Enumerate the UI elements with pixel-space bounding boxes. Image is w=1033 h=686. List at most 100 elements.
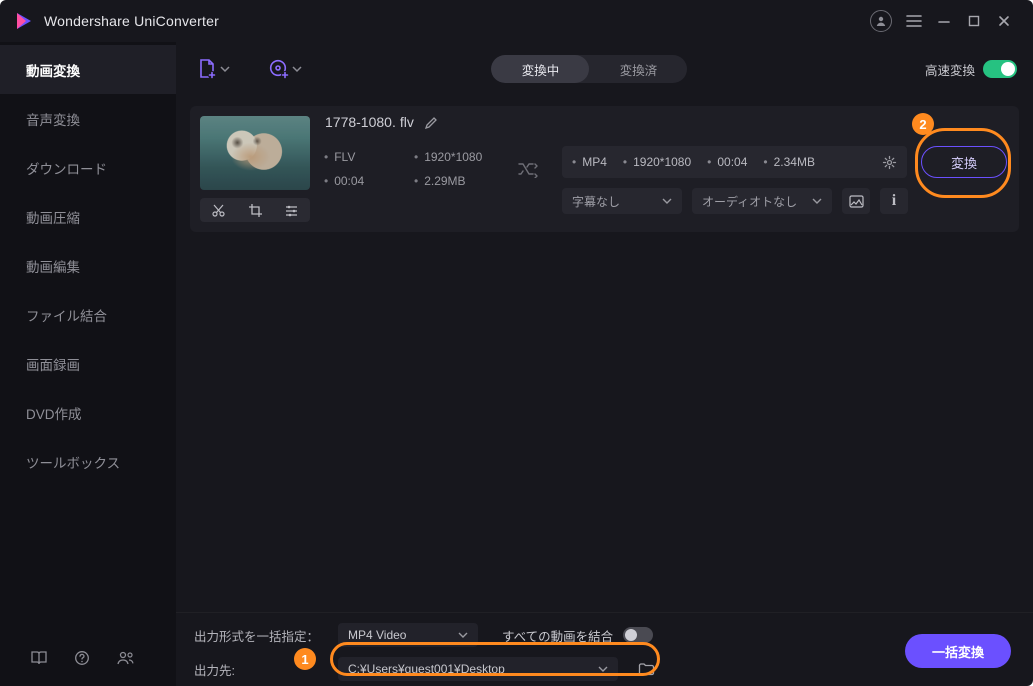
chevron-down-icon <box>662 197 672 205</box>
sidebar-item-toolbox[interactable]: ツールボックス <box>0 437 176 486</box>
src-format: FLV <box>324 150 404 174</box>
maximize-icon <box>968 15 980 27</box>
close-button[interactable] <box>989 6 1019 36</box>
close-icon <box>998 15 1010 27</box>
sidebar-item-audio-convert[interactable]: 音声変換 <box>0 94 176 143</box>
tab-label: 変換済 <box>620 60 658 79</box>
main: 変換中 変換済 高速変換 1778-1080. flv <box>176 42 1033 686</box>
high-speed-toggle[interactable]: 高速変換 <box>925 60 1017 79</box>
convert-all-button[interactable]: 一括変換 <box>905 634 1011 668</box>
file-add-icon <box>196 58 218 80</box>
help-icon <box>74 650 90 666</box>
browse-folder-button[interactable] <box>632 657 660 681</box>
contacts-button[interactable] <box>116 650 136 666</box>
rename-button[interactable] <box>424 115 439 130</box>
sidebar-item-label: 動画変換 <box>26 60 80 80</box>
convert-button[interactable]: 変換 <box>921 146 1007 178</box>
maximize-button[interactable] <box>959 6 989 36</box>
sidebar-item-label: ダウンロード <box>26 158 107 178</box>
trim-button[interactable] <box>200 198 237 222</box>
out-resolution: 1920*1080 <box>623 155 691 169</box>
sidebar-item-video-convert[interactable]: 動画変換 <box>0 45 176 94</box>
sidebar-item-label: 画面録画 <box>26 354 80 374</box>
crop-button[interactable] <box>237 198 274 222</box>
src-resolution: 1920*1080 <box>414 150 494 174</box>
add-file-button[interactable] <box>192 54 222 84</box>
sidebar-item-label: 動画圧縮 <box>26 207 80 227</box>
chevron-down-icon <box>292 65 302 73</box>
tab-converting[interactable]: 変換中 <box>491 55 589 83</box>
sidebar-item-download[interactable]: ダウンロード <box>0 143 176 192</box>
out-size: 2.34MB <box>763 155 815 169</box>
sidebar-item-record[interactable]: 画面録画 <box>0 339 176 388</box>
toggle-on-icon <box>983 60 1017 78</box>
chevron-down-icon <box>598 665 608 673</box>
output-format-label: 出力形式を一括指定： <box>194 626 324 645</box>
info-icon: i <box>892 192 896 210</box>
audio-track-select[interactable]: オーディオトなし <box>692 188 832 214</box>
output-settings-button[interactable] <box>882 155 897 170</box>
output-path-value: C:¥Users¥guest001¥Desktop <box>348 662 505 676</box>
gear-icon <box>882 155 897 170</box>
crop-icon <box>248 203 263 218</box>
toolbar: 変換中 変換済 高速変換 <box>176 42 1033 96</box>
scissors-icon <box>211 203 226 218</box>
disc-add-icon <box>268 58 290 80</box>
sidebar-item-label: 動画編集 <box>26 256 80 276</box>
help-button[interactable] <box>74 650 90 666</box>
tab-converted[interactable]: 変換済 <box>589 55 687 83</box>
shuffle-icon <box>517 160 539 178</box>
file-ext: flv <box>400 114 414 130</box>
sliders-icon <box>284 203 299 218</box>
source-info: FLV 1920*1080 00:04 2.29MB <box>324 116 494 222</box>
mediainfo-button[interactable]: i <box>880 188 908 214</box>
menu-button[interactable] <box>899 6 929 36</box>
merge-label: すべての動画を結合 <box>502 626 613 645</box>
file-card: 1778-1080. flv <box>190 106 1019 232</box>
add-disc-button[interactable] <box>264 54 294 84</box>
chevron-down-icon <box>812 197 822 205</box>
app-logo-icon <box>14 11 34 31</box>
pencil-icon <box>424 115 439 130</box>
sidebar-item-label: ツールボックス <box>26 452 120 472</box>
library-button[interactable] <box>30 650 48 666</box>
user-avatar-icon <box>870 10 892 32</box>
audio-value: オーディオトなし <box>702 193 797 210</box>
sidebar-item-label: ファイル結合 <box>26 305 107 325</box>
minimize-icon <box>937 14 951 28</box>
footer: 出力形式を一括指定： MP4 Video すべての動画を結合 出力先: C:¥U… <box>176 612 1033 686</box>
output-settings-bar[interactable]: MP4 1920*1080 00:04 2.34MB <box>562 146 907 178</box>
image-icon <box>849 195 864 208</box>
sidebar-item-dvd[interactable]: DVD作成 <box>0 388 176 437</box>
chevron-down-icon <box>458 631 468 639</box>
out-duration: 00:04 <box>707 155 747 169</box>
output-dest-label: 出力先: <box>194 660 324 679</box>
video-thumbnail[interactable] <box>200 116 310 190</box>
preview-button[interactable] <box>842 188 870 214</box>
app-title: Wondershare UniConverter <box>44 13 219 29</box>
merge-all-toggle[interactable]: すべての動画を結合 <box>502 626 653 645</box>
tab-label: 変換中 <box>522 60 560 79</box>
sidebar-item-merge[interactable]: ファイル結合 <box>0 290 176 339</box>
status-tabs: 変換中 変換済 <box>491 55 687 83</box>
hamburger-icon <box>906 15 922 27</box>
output-path-field[interactable]: C:¥Users¥guest001¥Desktop <box>338 657 618 681</box>
sidebar-item-edit[interactable]: 動画編集 <box>0 241 176 290</box>
src-size: 2.29MB <box>414 174 494 198</box>
effects-button[interactable] <box>273 198 310 222</box>
convert-all-label: 一括変換 <box>932 642 984 661</box>
sidebar: 動画変換 音声変換 ダウンロード 動画圧縮 動画編集 ファイル結合 画面録画 D… <box>0 42 176 686</box>
src-duration: 00:04 <box>324 174 404 198</box>
sidebar-item-label: 音声変換 <box>26 109 80 129</box>
sidebar-item-compress[interactable]: 動画圧縮 <box>0 192 176 241</box>
account-button[interactable] <box>869 6 899 36</box>
high-speed-label: 高速変換 <box>925 60 975 79</box>
transform-indicator <box>508 116 548 222</box>
output-format-select[interactable]: MP4 Video <box>338 623 478 647</box>
out-format: MP4 <box>572 155 607 169</box>
file-name: 1778-1080. <box>325 114 396 130</box>
sidebar-item-label: DVD作成 <box>26 403 82 423</box>
toggle-off-icon <box>623 627 653 643</box>
minimize-button[interactable] <box>929 6 959 36</box>
subtitle-select[interactable]: 字幕なし <box>562 188 682 214</box>
